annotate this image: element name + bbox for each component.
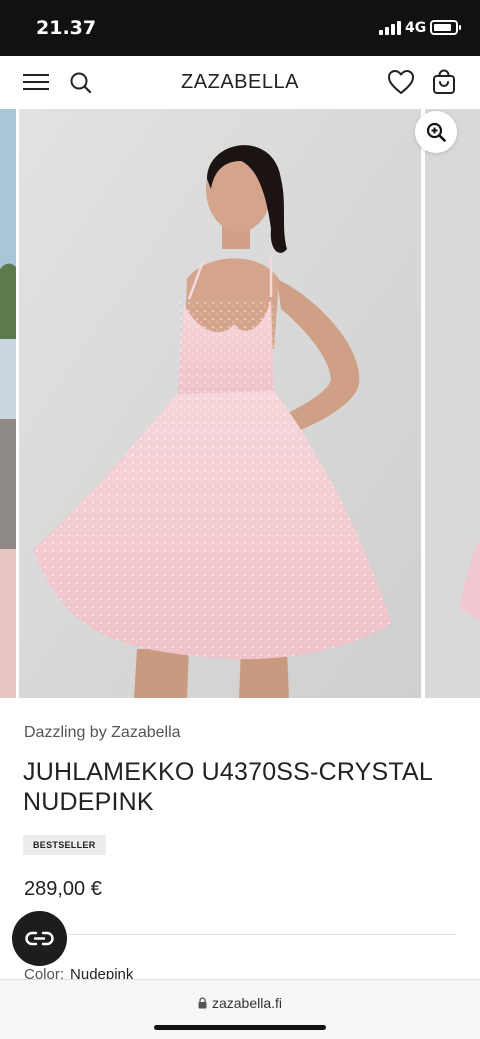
product-price: 289,00 €: [24, 878, 102, 900]
lock-icon: [198, 997, 207, 1009]
home-indicator[interactable]: [154, 1025, 326, 1030]
product-brand[interactable]: Dazzling by Zazabella: [24, 724, 181, 742]
site-header: ZAZABELLA: [0, 56, 480, 109]
gallery-main-image[interactable]: [19, 109, 421, 698]
product-gallery[interactable]: [0, 109, 480, 698]
gallery-prev-slide[interactable]: [0, 109, 16, 698]
battery-fill: [434, 24, 451, 31]
color-label: Color:: [24, 966, 65, 980]
zoom-in-icon[interactable]: [415, 111, 457, 153]
network-type: 4G: [405, 20, 427, 36]
product-title: JUHLAMEKKO U4370SS-CRYSTAL NUDEPINK: [23, 758, 433, 816]
bestseller-badge: BESTSELLER: [23, 835, 106, 855]
color-value: Nudepink: [70, 966, 134, 980]
status-bar: 21.37 4G: [0, 0, 480, 56]
url-display[interactable]: zazabella.fi: [0, 995, 480, 1011]
dress-photo: [19, 109, 421, 698]
chat-link-icon[interactable]: [12, 911, 67, 966]
gallery-next-slide[interactable]: [425, 109, 480, 698]
browser-address-bar[interactable]: zazabella.fi: [0, 979, 480, 1039]
heart-icon[interactable]: [387, 69, 415, 95]
url-text: zazabella.fi: [211, 995, 283, 1011]
cellular-signal-icon: [379, 21, 401, 35]
color-selector[interactable]: Color: Nudepink: [24, 966, 133, 980]
shopping-bag-icon[interactable]: [431, 69, 457, 95]
status-time: 21.37: [36, 17, 97, 39]
battery-icon: [430, 20, 461, 35]
divider: [24, 934, 457, 935]
